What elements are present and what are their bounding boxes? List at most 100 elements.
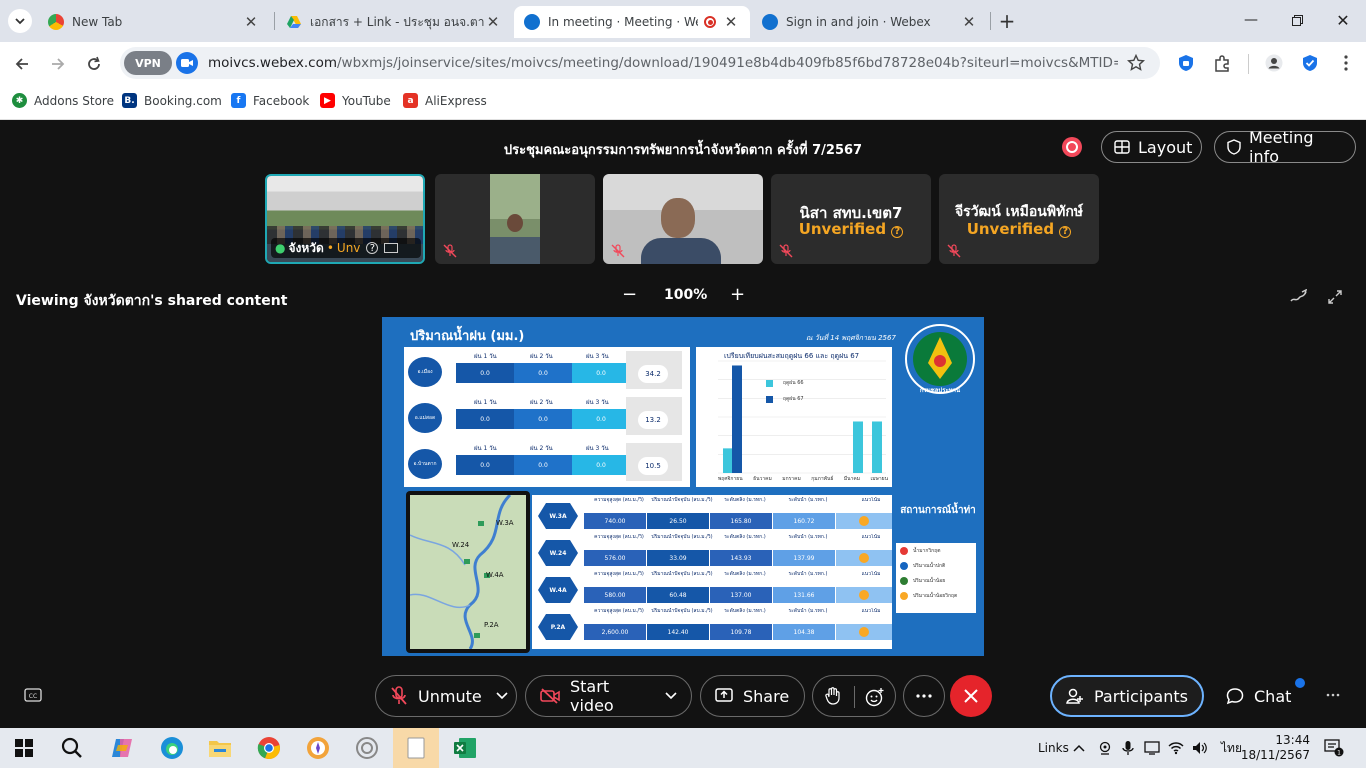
tray-links[interactable]: Links bbox=[1038, 728, 1069, 768]
participants-button[interactable]: Participants bbox=[1050, 675, 1204, 717]
close-tab-icon[interactable]: ✕ bbox=[484, 13, 502, 31]
url-text[interactable]: moivcs.webex.com/wbxmjs/joinservice/site… bbox=[208, 55, 1118, 71]
station-value-cell: 137.99 bbox=[773, 550, 835, 566]
reload-icon[interactable] bbox=[80, 50, 108, 78]
recording-indicator-icon[interactable] bbox=[1062, 137, 1082, 157]
unmute-button[interactable]: Unmute bbox=[375, 675, 517, 717]
zoom-out-button[interactable]: − bbox=[622, 284, 637, 305]
security-extension-icon[interactable] bbox=[1300, 53, 1320, 73]
tray-notifications-icon[interactable]: 1 bbox=[1324, 728, 1344, 768]
station-map: W.3A W.24 W.4A P.2A bbox=[406, 491, 530, 653]
station-header: แนวโน้ม bbox=[861, 497, 881, 503]
unverified-help-icon[interactable]: ? bbox=[366, 242, 379, 254]
chart-bar bbox=[853, 421, 863, 473]
tray-language[interactable]: ไทย bbox=[1221, 728, 1242, 768]
extensions-puzzle-icon[interactable] bbox=[1212, 53, 1232, 73]
file-explorer-icon[interactable] bbox=[200, 732, 240, 764]
close-tab-icon[interactable]: ✕ bbox=[960, 13, 978, 31]
tray-overflow-chevron-icon[interactable] bbox=[1073, 728, 1085, 768]
rain-station-badge: อ.เมือง bbox=[408, 357, 442, 387]
station-header: ความจุสูงสุด (ลบ.ม./วิ) bbox=[594, 571, 644, 577]
participant-tile-2[interactable] bbox=[435, 174, 595, 264]
windows-start-icon[interactable] bbox=[4, 732, 44, 764]
edge-icon[interactable] bbox=[152, 732, 192, 764]
meeting-info-button[interactable]: Meeting info bbox=[1214, 128, 1356, 166]
close-tab-icon[interactable]: ✕ bbox=[722, 13, 740, 31]
participant-tile-jirawat[interactable]: จีรวัฒน์ เหมือนพิทักษ์ Unverified ? bbox=[939, 174, 1099, 264]
station-value-cell: 109.78 bbox=[710, 624, 772, 640]
unmute-options-chevron-icon[interactable] bbox=[496, 692, 508, 700]
excel-icon[interactable] bbox=[445, 732, 485, 764]
tray-display-icon[interactable] bbox=[1144, 728, 1160, 768]
trend-indicator-icon bbox=[859, 627, 869, 637]
vpn-button[interactable]: VPN bbox=[124, 51, 172, 75]
tray-volume-icon[interactable] bbox=[1192, 728, 1208, 768]
closed-captions-icon[interactable]: CC bbox=[24, 688, 42, 702]
more-options-button[interactable] bbox=[903, 675, 945, 717]
svg-text:CC: CC bbox=[29, 693, 37, 700]
participant-name-bar: ● จังหวัด • Unv ? bbox=[271, 238, 421, 258]
tray-webcam-icon[interactable] bbox=[1098, 728, 1112, 768]
station-header: ระดับตลิ่ง (ม.รทก.) bbox=[724, 571, 766, 577]
webex-app-icon[interactable] bbox=[347, 732, 387, 764]
search-icon[interactable] bbox=[52, 732, 92, 764]
muted-mic-icon bbox=[779, 244, 793, 258]
chrome-taskbar-icon[interactable] bbox=[249, 732, 289, 764]
restore-window-icon[interactable] bbox=[1274, 0, 1320, 40]
bookmark-addons-store[interactable]: ✱ Addons Store bbox=[12, 93, 114, 108]
station-header: ระดับน้ำ (ม.รทก.) bbox=[788, 497, 828, 503]
chart-bar bbox=[732, 365, 742, 473]
tab-webex-meeting[interactable]: In meeting · Meeting · Webe ✕ bbox=[514, 6, 750, 38]
share-button[interactable]: Share bbox=[700, 675, 805, 717]
participants-icon bbox=[1066, 687, 1084, 705]
browser-app-icon[interactable] bbox=[298, 732, 338, 764]
zoom-in-button[interactable]: + bbox=[730, 284, 745, 305]
station-table-row: W.24 ความจุสูงสุด (ลบ.ม./วิ) ปริมาณน้ำปัจจ… bbox=[532, 532, 892, 568]
notes-app-icon[interactable] bbox=[393, 728, 439, 768]
annotate-pen-icon[interactable] bbox=[1290, 289, 1308, 303]
tab-search-icon[interactable] bbox=[8, 9, 32, 33]
browser-menu-icon[interactable] bbox=[1336, 53, 1356, 73]
bookmark-booking[interactable]: B. Booking.com bbox=[122, 93, 222, 108]
tab-webex-signin[interactable]: Sign in and join · Webex ✕ bbox=[752, 6, 988, 38]
tab-new-tab[interactable]: New Tab ✕ bbox=[38, 6, 270, 38]
copilot-icon[interactable] bbox=[102, 732, 142, 764]
bookmark-youtube[interactable]: ▶ YouTube bbox=[320, 93, 391, 108]
video-options-chevron-icon[interactable] bbox=[665, 692, 677, 700]
participant-tile-room[interactable]: ● จังหวัด • Unv ? bbox=[265, 174, 425, 264]
address-bar[interactable]: VPN moivcs.webex.com/wbxmjs/joinservice/… bbox=[120, 47, 1160, 79]
tab-drive-document[interactable]: เอกสาร + Link - ประชุม อนจ.ตาก 7 ✕ bbox=[276, 6, 512, 38]
close-window-icon[interactable]: ✕ bbox=[1320, 0, 1366, 40]
unverified-help-icon[interactable]: ? bbox=[891, 225, 904, 238]
reactions-smiley-icon[interactable] bbox=[865, 687, 885, 707]
close-tab-icon[interactable]: ✕ bbox=[242, 13, 260, 31]
layout-button[interactable]: Layout bbox=[1101, 131, 1202, 163]
leave-meeting-button[interactable] bbox=[950, 675, 992, 717]
start-video-button[interactable]: Start video bbox=[525, 675, 692, 717]
tray-wifi-icon[interactable] bbox=[1168, 728, 1184, 768]
participant-tile-nisa[interactable]: นิสา สทบ.เขต7 Unverified ? bbox=[771, 174, 931, 264]
bookmark-facebook[interactable]: f Facebook bbox=[231, 93, 309, 108]
fullscreen-icon[interactable] bbox=[1328, 290, 1342, 304]
participant-tile-3[interactable] bbox=[603, 174, 763, 264]
chat-button[interactable]: Chat bbox=[1212, 675, 1296, 717]
unverified-help-icon[interactable]: ? bbox=[1059, 225, 1072, 238]
shield-extension-icon[interactable] bbox=[1176, 53, 1196, 73]
forward-icon[interactable] bbox=[44, 50, 72, 78]
new-tab-icon[interactable]: + bbox=[996, 9, 1018, 33]
tray-clock[interactable]: 13:44 18/11/2567 bbox=[1241, 728, 1310, 768]
tray-microphone-icon[interactable] bbox=[1122, 728, 1134, 768]
bookmark-star-icon[interactable] bbox=[1126, 53, 1146, 73]
back-icon[interactable] bbox=[8, 50, 36, 78]
aliexpress-icon: a bbox=[403, 93, 418, 108]
rain-header: ฝน 1 วัน bbox=[474, 353, 497, 360]
bookmark-aliexpress[interactable]: a AliExpress bbox=[403, 93, 487, 108]
profile-avatar-icon[interactable] bbox=[1264, 53, 1284, 73]
raise-hand-icon[interactable] bbox=[825, 687, 841, 705]
rain-table-row: อ.บ้านตาก ฝน 1 วัน 0.0 ฝน 2 วัน 0.0 ฝน 3 วัน 0… bbox=[404, 443, 690, 483]
station-value-cell: 576.00 bbox=[584, 550, 646, 566]
rain-header: ฝน 2 วัน bbox=[530, 445, 553, 452]
camera-in-use-icon[interactable] bbox=[176, 52, 198, 74]
panel-options-icon[interactable] bbox=[1326, 693, 1340, 697]
minimize-window-icon[interactable]: — bbox=[1228, 0, 1274, 40]
